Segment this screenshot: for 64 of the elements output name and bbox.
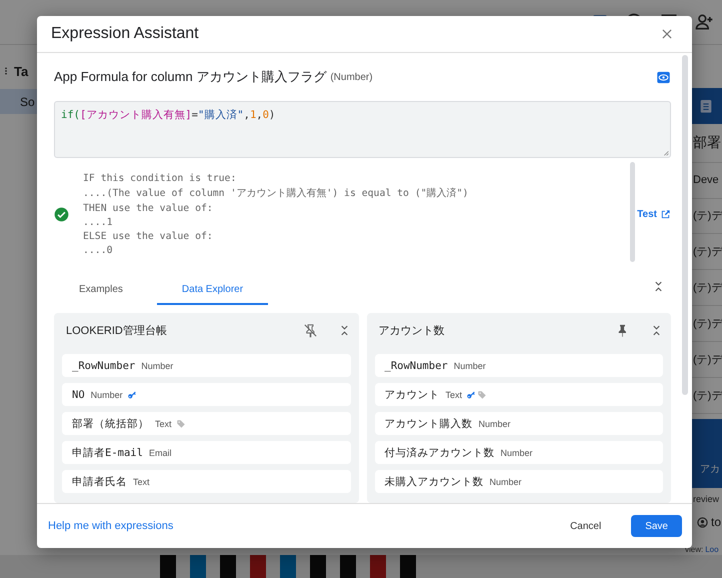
resize-handle-icon	[662, 149, 669, 156]
column-type: Number	[478, 418, 511, 428]
column-name: アカウント	[384, 388, 440, 402]
column-name: _RowNumber	[384, 360, 448, 372]
column-item[interactable]: _RowNumber Number	[374, 354, 663, 377]
tab[interactable]: Data Explorer	[156, 284, 268, 305]
column-name: 部署（統括部）	[72, 416, 149, 430]
column-name: _RowNumber	[72, 360, 136, 372]
save-button[interactable]: Save	[631, 515, 682, 537]
column-name: 申請者E-mail	[72, 446, 143, 460]
column-item[interactable]: 申請者E-mail Email	[62, 441, 350, 464]
tab[interactable]: Examples	[54, 284, 148, 305]
column-name: NO	[72, 388, 85, 400]
column-type: Number	[500, 448, 533, 458]
explanation-line: ELSE use the value of:	[83, 231, 214, 242]
table-name: アカウント数	[378, 324, 446, 338]
column-type: Number	[490, 476, 522, 486]
list-item[interactable]: So	[0, 89, 37, 114]
column-item[interactable]: アカウント購入数 Number	[374, 412, 663, 435]
expression-editor[interactable]: if([アカウント購入有無]="購入済",1,0)	[54, 101, 671, 158]
action-bar[interactable]: アカ	[692, 418, 722, 488]
close-icon[interactable]	[660, 27, 674, 41]
column-item[interactable]: 未購入アカウント数 Number	[374, 470, 663, 493]
formula-label: App Formula for column アカウント購入フラグ	[54, 68, 326, 86]
scrollbar[interactable]	[682, 55, 688, 395]
user-circle-icon	[697, 516, 708, 528]
column-item[interactable]: 申請者氏名 Text	[62, 470, 350, 493]
column-name: 申請者氏名	[72, 474, 127, 488]
test-link[interactable]: Test	[637, 209, 671, 220]
explanation-line: ....(The value of column 'アカウント購入有無') is equal to ("購入済")	[83, 187, 470, 200]
dialog-title: Expression Assistant	[51, 25, 199, 43]
pin-off-icon[interactable]	[302, 323, 318, 338]
column-item[interactable]: NO Number	[62, 383, 350, 406]
column-item[interactable]: 付与済みアカウント数 Number	[374, 441, 663, 464]
tab-label[interactable]: Ta	[14, 64, 28, 78]
explanation-line: THEN use the value of:	[83, 203, 214, 214]
explanation-line: IF this condition is true:	[83, 173, 238, 184]
user-name: to	[711, 515, 722, 530]
column-name: 未購入アカウント数	[384, 474, 484, 488]
preview-icon[interactable]	[656, 70, 671, 84]
preview-label: review	[692, 492, 720, 506]
column-type: Email	[148, 448, 172, 458]
column-type: Text	[155, 418, 172, 428]
column-item[interactable]: 部署（統括部） Text	[62, 412, 350, 435]
column-type: Text	[446, 390, 462, 400]
view-link[interactable]: Loo	[705, 544, 719, 554]
column-type: Text	[133, 476, 150, 486]
external-link-icon	[660, 209, 671, 220]
column-type: Number	[141, 360, 174, 370]
formula-type: (Number)	[330, 72, 374, 82]
help-link[interactable]: Help me with expressions	[48, 520, 540, 532]
column-name: 付与済みアカウント数	[384, 446, 494, 460]
explanation-line: ....0	[83, 245, 114, 256]
explanation-line: ....1	[83, 217, 114, 228]
column-type: Number	[90, 390, 123, 400]
column-item[interactable]: _RowNumber Number	[62, 354, 350, 377]
view-label: view:	[685, 544, 704, 554]
scrollbar[interactable]	[630, 162, 635, 262]
cancel-button[interactable]: Cancel	[558, 515, 614, 537]
column-type: Number	[454, 360, 486, 370]
person-icon[interactable]	[694, 12, 714, 32]
column-item[interactable]: アカウント Text	[374, 383, 663, 406]
column-name: アカウント購入数	[384, 416, 472, 430]
table-name: LOOKERID管理台帳	[66, 324, 168, 338]
